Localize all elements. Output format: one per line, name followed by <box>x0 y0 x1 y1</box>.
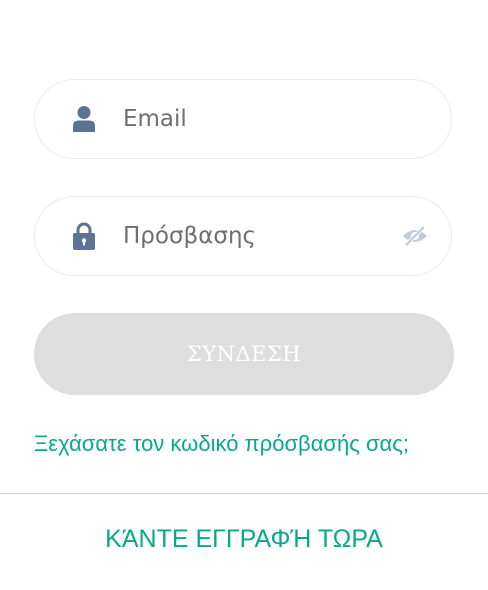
eye-slash-icon[interactable] <box>401 225 429 247</box>
forgot-password-link[interactable]: Ξεχάσατε τον κωδικό πρόσβασής σας; <box>34 431 409 457</box>
login-button[interactable]: ΣΥΝΔΕΣΗ <box>34 313 454 395</box>
user-icon <box>72 104 96 134</box>
email-field-container[interactable] <box>34 79 452 159</box>
password-field-container[interactable] <box>34 196 452 276</box>
register-link[interactable]: ΚΆΝΤΕ ΕΓΓΡΑΦΉ ΤΩΡΑ <box>0 525 488 554</box>
divider <box>0 493 488 494</box>
lock-icon <box>72 221 96 251</box>
password-input[interactable] <box>123 197 383 275</box>
email-input[interactable] <box>123 80 383 158</box>
